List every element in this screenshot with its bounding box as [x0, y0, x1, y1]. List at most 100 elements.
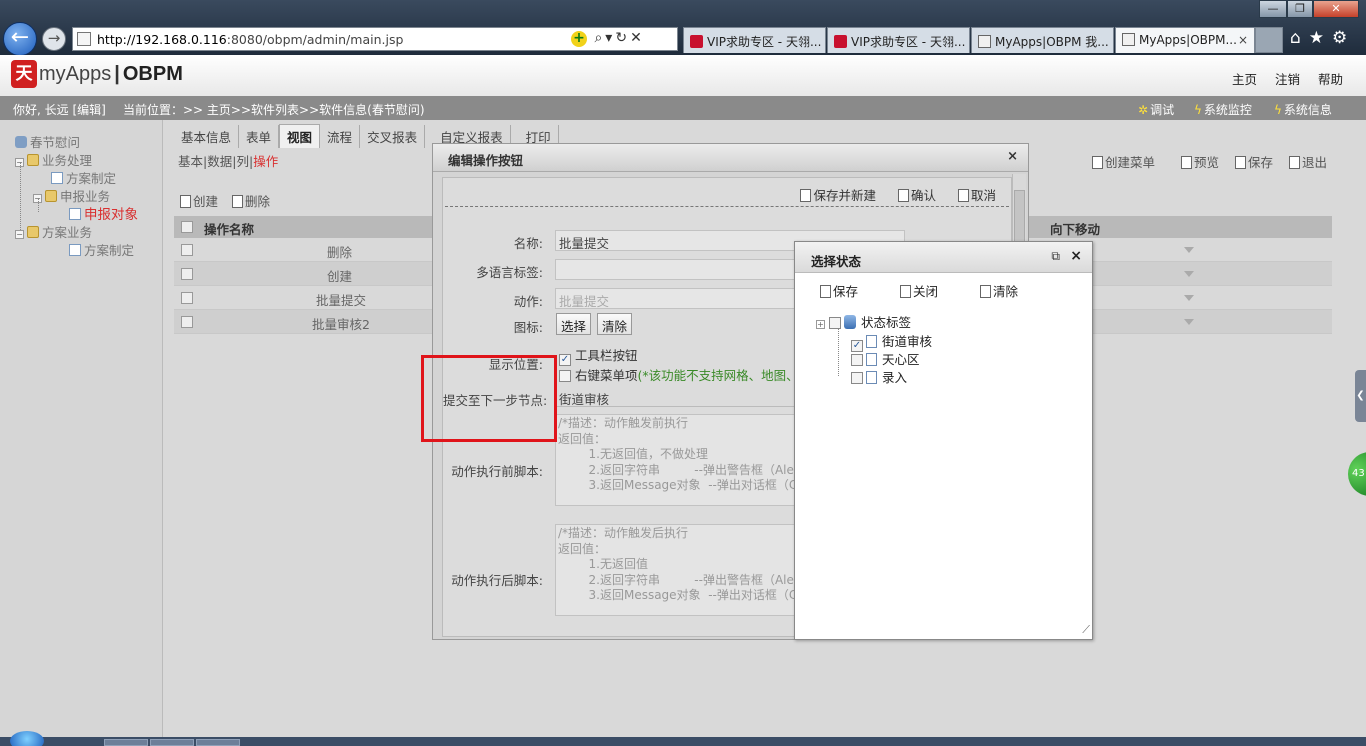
row-checkbox[interactable] — [181, 292, 193, 304]
dropdown-icon[interactable]: ▾ — [605, 30, 615, 46]
tree-item-selected[interactable]: 申报对象 — [69, 203, 138, 223]
greeting[interactable]: 你好, 长远 [编辑] — [13, 101, 106, 118]
logout-link[interactable]: 注销 — [1275, 69, 1300, 88]
context-menu-checkbox[interactable]: 右键菜单项(*该功能不支持网格、地图、日 — [559, 365, 811, 384]
popout-icon[interactable]: ⧉ — [1051, 249, 1060, 264]
move-down-icon[interactable] — [1184, 319, 1194, 325]
minimize-icon[interactable]: — — [1259, 0, 1287, 18]
maximize-icon[interactable]: ❐ — [1287, 0, 1313, 18]
resize-grip-icon[interactable]: ⟋ — [1082, 623, 1090, 637]
subtab-basic[interactable]: 基本 — [178, 154, 203, 169]
clear-icon-button[interactable]: 清除 — [597, 313, 633, 335]
subtab-data[interactable]: 数据 — [207, 154, 232, 169]
stop-icon[interactable]: ✕ — [630, 30, 645, 46]
tab-cross-report[interactable]: 交叉报表 — [360, 125, 426, 148]
gear-icon[interactable]: ⚙ — [1332, 28, 1355, 48]
browser-tab-1[interactable]: VIP求助专区 - 天翎... — [683, 27, 826, 53]
back-icon[interactable]: ← — [3, 22, 37, 56]
after-script-textarea[interactable]: /*描述：动作触发后执行 返回值： 1.无返回值 2.返回字符串 --弹出警告框… — [555, 524, 805, 616]
row-checkbox[interactable] — [181, 244, 193, 256]
window-close-icon[interactable]: ✕ — [1313, 0, 1359, 18]
state-item[interactable]: 录入 — [851, 367, 907, 386]
checkbox-icon[interactable] — [851, 372, 863, 384]
tab-basic-info[interactable]: 基本信息 — [174, 125, 240, 148]
browser-tab-2[interactable]: VIP求助专区 - 天翎... — [827, 27, 970, 53]
close-icon[interactable]: × — [1007, 149, 1018, 164]
taskbar-item[interactable] — [150, 739, 194, 746]
confirm-button[interactable]: 确认 — [897, 188, 936, 203]
preview-button[interactable]: 预览 — [1181, 155, 1219, 170]
tree-root[interactable]: 春节慰问 — [15, 132, 80, 151]
taskbar-item[interactable] — [104, 739, 148, 746]
tab-flow[interactable]: 流程 — [320, 125, 361, 148]
close-button[interactable]: 关闭 — [900, 284, 938, 299]
help-link[interactable]: 帮助 — [1318, 69, 1343, 88]
move-down-icon[interactable] — [1184, 271, 1194, 277]
collapse-icon[interactable]: − — [15, 230, 24, 239]
start-icon[interactable] — [10, 731, 44, 746]
browser-tab-4-active[interactable]: MyApps|OBPM... × — [1115, 27, 1255, 53]
i18n-input[interactable] — [555, 259, 815, 280]
address-bar[interactable]: http://192.168.0.116:8080/obpm/admin/mai… — [72, 27, 678, 51]
move-down-icon[interactable] — [1184, 295, 1194, 301]
select-icon-button[interactable]: 选择 — [556, 313, 592, 335]
compat-icon[interactable]: + — [571, 31, 587, 47]
create-button[interactable]: 创建 — [180, 194, 218, 209]
debug-icon: ✲ — [1138, 103, 1149, 117]
save-button[interactable]: 保存 — [820, 284, 858, 299]
checkbox-icon[interactable] — [851, 354, 863, 366]
move-down-icon[interactable] — [1184, 247, 1194, 253]
clear-button[interactable]: 清除 — [980, 284, 1018, 299]
system-monitor-link[interactable]: ϟ 系统监控 — [1194, 101, 1252, 118]
subtab-operation[interactable]: 操作 — [253, 154, 278, 169]
home-link[interactable]: 主页 — [1232, 69, 1257, 88]
row-checkbox[interactable] — [181, 268, 193, 280]
row-checkbox[interactable] — [181, 316, 193, 328]
before-script-textarea[interactable]: /*描述：动作触发前执行 返回值： 1.无返回值，不做处理 2.返回字符串 --… — [555, 414, 805, 506]
sub-tabs: 基本|数据|列|操作 — [178, 154, 279, 169]
subtab-column[interactable]: 列 — [236, 154, 249, 169]
tab-close-icon[interactable]: × — [1238, 33, 1248, 47]
side-panel-handle[interactable]: ❮ — [1355, 370, 1366, 422]
star-icon[interactable]: ★ — [1309, 28, 1332, 48]
window-controls: — ❐ ✕ — [1259, 0, 1359, 18]
create-menu-button[interactable]: 创建菜单 — [1092, 155, 1155, 170]
tree-item[interactable]: 方案制定 — [51, 168, 116, 187]
tree-item[interactable]: − 业务处理 — [15, 150, 92, 169]
checkbox-icon[interactable] — [829, 317, 841, 329]
toolbar-button-checkbox[interactable]: ✓ 工具栏按钮 — [559, 345, 638, 366]
search-icon[interactable]: ⌕ — [594, 30, 605, 46]
exit-button[interactable]: 退出 — [1289, 155, 1327, 170]
dialog-titlebar[interactable]: 选择状态 ⧉ × — [795, 242, 1092, 273]
header-operation-name: 操作名称 — [204, 222, 255, 237]
tab-form[interactable]: 表单 — [239, 125, 280, 148]
tab-view[interactable]: 视图 — [279, 124, 321, 148]
home-icon[interactable]: ⌂ — [1290, 28, 1309, 48]
refresh-icon[interactable]: ↻ — [615, 30, 630, 46]
cancel-button[interactable]: 取消 — [957, 188, 996, 203]
tree-item[interactable]: 方案制定 — [69, 240, 134, 259]
system-info-link[interactable]: ϟ 系统信息 — [1274, 101, 1332, 118]
save-and-new-button[interactable]: 保存并新建 — [800, 188, 876, 203]
action-select[interactable]: 批量提交 — [555, 288, 815, 309]
close-icon[interactable]: × — [1070, 248, 1082, 264]
dialog-toolbar: 保存 关闭 清除 — [820, 281, 1042, 300]
delete-button[interactable]: 删除 — [232, 194, 270, 209]
exit-icon — [1289, 156, 1300, 169]
state-item[interactable]: 天心区 — [851, 349, 920, 368]
folder-icon — [27, 226, 39, 238]
state-tree-root[interactable]: + 状态标签 — [816, 312, 911, 331]
url-text[interactable]: http://192.168.0.116:8080/obpm/admin/mai… — [97, 32, 403, 47]
new-tab-button[interactable] — [1255, 27, 1283, 53]
forward-icon[interactable]: → — [42, 27, 66, 51]
next-node-input[interactable]: 街道审核 — [555, 386, 815, 407]
taskbar-item[interactable] — [196, 739, 240, 746]
after-script-label: 动作执行后脚本: — [451, 573, 543, 588]
debug-link[interactable]: ✲ 调试 — [1138, 101, 1174, 118]
tree-item[interactable]: − 方案业务 — [15, 222, 92, 241]
save-button[interactable]: 保存 — [1235, 155, 1273, 170]
dialog-titlebar[interactable]: 编辑操作按钮 × — [433, 144, 1028, 172]
browser-tab-3[interactable]: MyApps|OBPM 我... — [971, 27, 1114, 53]
expand-icon[interactable]: + — [816, 320, 825, 329]
select-all-checkbox[interactable] — [181, 221, 193, 233]
